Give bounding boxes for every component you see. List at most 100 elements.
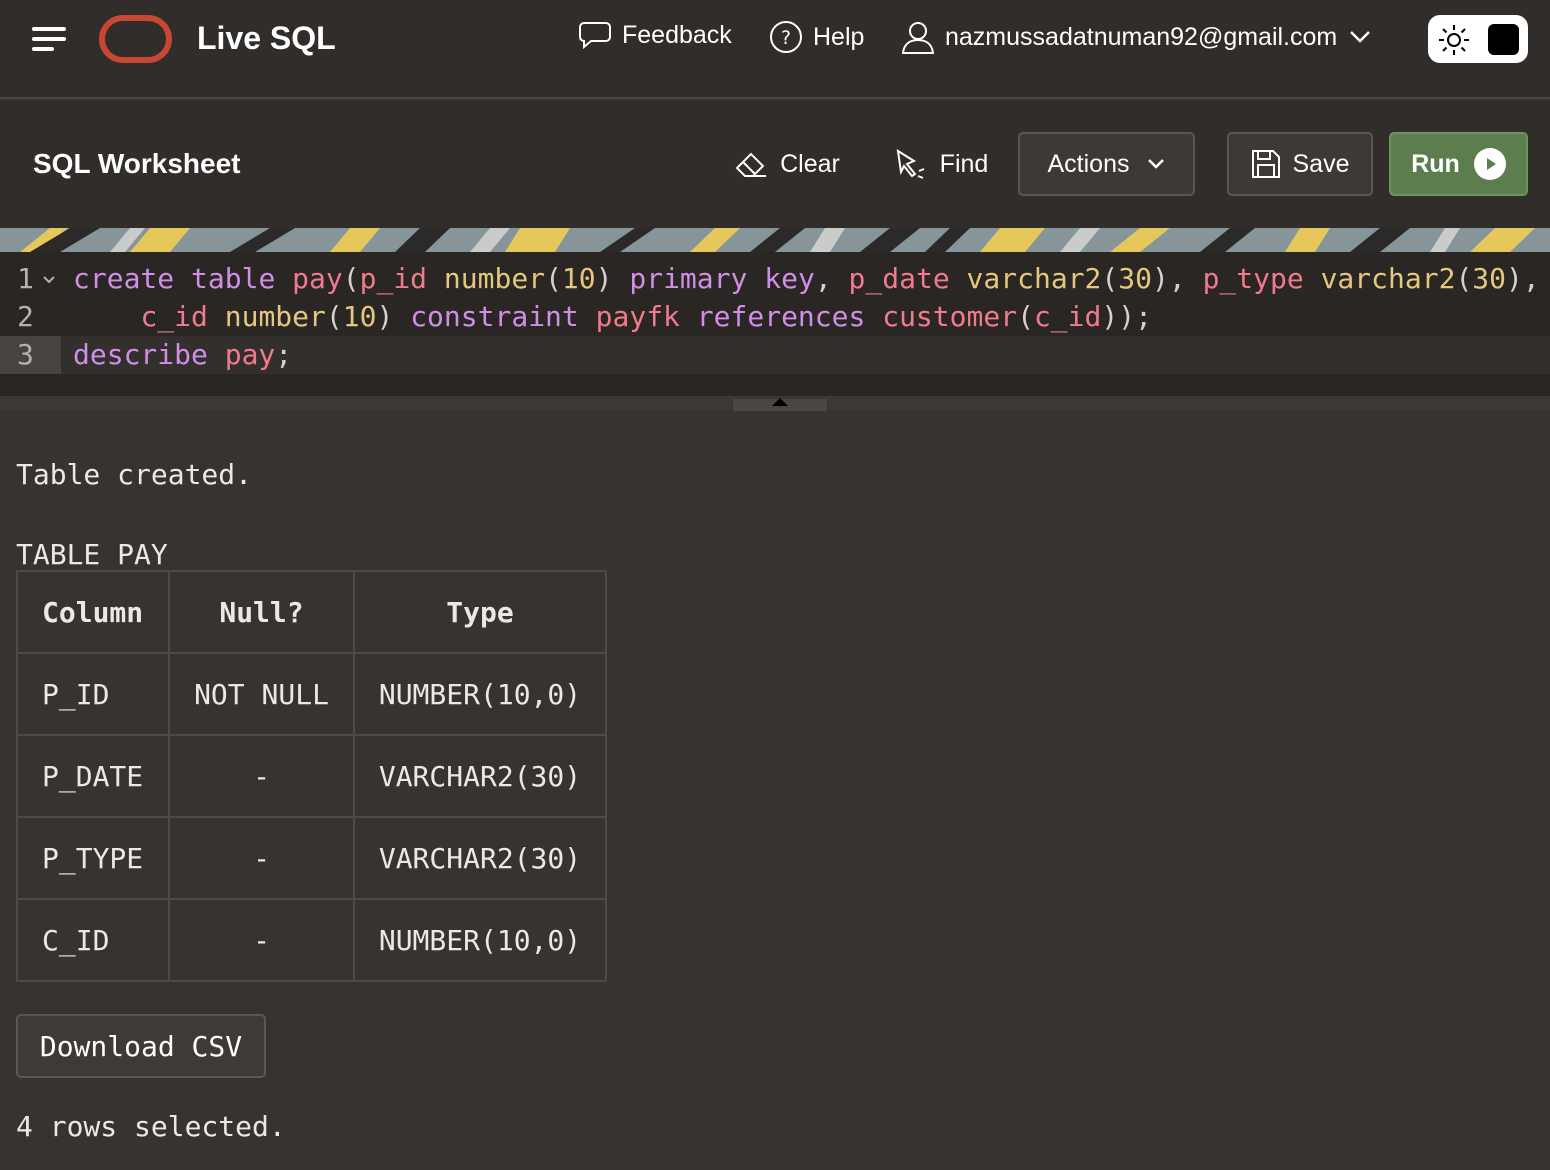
actions-label: Actions (1047, 149, 1130, 178)
code-token: ) (1118, 300, 1136, 333)
code-token: , (1168, 262, 1186, 295)
table-row: C_ID - NUMBER(10,0) (16, 898, 607, 982)
code-token: , (1522, 262, 1540, 295)
user-menu[interactable]: nazmussadatnuman92@gmail.com (901, 20, 1371, 54)
line-number: 3 (17, 338, 34, 371)
rows-selected-message: 4 rows selected. (16, 1110, 286, 1143)
code-token: ) (595, 262, 613, 295)
code-token: constraint (410, 300, 579, 333)
table-cell: C_ID (16, 898, 170, 982)
chevron-down-icon (1350, 31, 1371, 43)
table-row: P_TYPE - VARCHAR2(30) (16, 816, 607, 900)
table-title: TABLE PAY (16, 538, 168, 571)
code-token: payfk (595, 300, 680, 333)
table-cell: P_TYPE (16, 816, 170, 900)
line-number: 1 (17, 262, 34, 295)
code-token: key (764, 262, 815, 295)
code-token: ; (1135, 300, 1152, 333)
table-cell: P_DATE (16, 734, 170, 818)
code-token: pay (292, 262, 343, 295)
table-cell: NUMBER(10,0) (353, 898, 607, 982)
describe-table: Column Null? Type P_ID NOT NULL NUMBER(1… (16, 570, 607, 982)
code-token: c_id (140, 300, 208, 333)
run-button[interactable]: Run (1389, 132, 1528, 196)
code-token: primary (629, 262, 748, 295)
table-cell: - (168, 816, 355, 900)
app-title: Live SQL (197, 20, 336, 56)
feedback-label: Feedback (622, 20, 732, 49)
results-panel: Table created. TABLE PAY Column Null? Ty… (0, 410, 1550, 1170)
code-token: pay (224, 338, 276, 371)
save-label: Save (1292, 149, 1350, 178)
code-token: ( (1101, 262, 1119, 295)
table-cell: VARCHAR2(30) (353, 734, 607, 818)
code-token: varchar2 (1320, 262, 1456, 295)
line-number: 2 (17, 300, 34, 333)
save-button[interactable]: Save (1227, 132, 1373, 196)
code-token: p_id (359, 262, 428, 295)
menu-icon[interactable] (32, 27, 68, 53)
feedback-link[interactable]: Feedback (578, 20, 732, 50)
code-token: c_id (1033, 300, 1102, 333)
code-token: create (73, 262, 175, 295)
table-cell: - (168, 734, 355, 818)
code-token: varchar2 (966, 262, 1102, 295)
worksheet-title: SQL Worksheet (33, 148, 241, 179)
eraser-icon (735, 152, 767, 177)
code-token: ; (275, 338, 293, 371)
table-cell: - (168, 898, 355, 982)
worksheet-toolbar: SQL Worksheet Clear Find Actions Save Ru… (0, 101, 1550, 228)
code-token: ( (1017, 300, 1034, 333)
code-line: describe pay; (73, 338, 292, 371)
find-button[interactable]: Find (891, 132, 991, 196)
code-token: ) (1101, 300, 1119, 333)
fold-chevron-icon[interactable] (42, 274, 56, 286)
clear-label: Clear (780, 149, 840, 178)
code-token: p_date (848, 262, 950, 295)
help-link[interactable]: ? Help (769, 20, 864, 54)
code-token: ( (545, 262, 562, 295)
top-header: Live SQL Feedback ? Help nazmussadatnuma… (0, 0, 1550, 99)
theme-toggle[interactable] (1428, 15, 1528, 63)
run-label: Run (1411, 149, 1460, 178)
code-line: create table pay(p_id number(10) primary… (73, 262, 1540, 295)
clear-button[interactable]: Clear (732, 132, 842, 196)
code-token: table (191, 262, 276, 295)
code-token: ( (342, 262, 360, 295)
chat-bubble-icon (579, 22, 611, 50)
download-csv-button[interactable]: Download CSV (16, 1014, 266, 1078)
table-row: P_ID NOT NULL NUMBER(10,0) (16, 652, 607, 736)
code-token: 10 (342, 300, 377, 333)
sql-editor[interactable]: 1 2 3 create table pay(p_id number(10) p… (0, 252, 1550, 394)
code-token: , (814, 262, 832, 295)
code-token: 30 (1472, 262, 1507, 295)
code-token: 30 (1118, 262, 1152, 295)
find-icon (896, 149, 925, 179)
table-cell: NOT NULL (168, 652, 355, 736)
table-header-row: Column Null? Type (16, 570, 607, 654)
find-label: Find (939, 149, 989, 178)
svg-text:?: ? (781, 27, 791, 49)
decorative-banner (0, 228, 1550, 252)
code-token: ( (325, 300, 343, 333)
actions-dropdown[interactable]: Actions (1018, 132, 1195, 196)
help-icon: ? (770, 21, 802, 53)
code-token: 10 (561, 262, 596, 295)
code-token: number (443, 262, 546, 295)
code-token: ( (1455, 262, 1473, 295)
code-token: ) (1506, 262, 1523, 295)
user-icon (901, 22, 935, 54)
code-token: describe (73, 338, 208, 371)
help-label: Help (813, 22, 865, 51)
code-token: ) (376, 300, 394, 333)
code-line: c_id number(10) constraint payfk referen… (73, 300, 1152, 333)
collapse-up-icon[interactable] (772, 398, 788, 406)
code-token: p_type (1202, 262, 1304, 295)
dark-mode-icon (1488, 24, 1519, 55)
panel-splitter[interactable] (0, 394, 1550, 411)
code-token: references (696, 300, 866, 333)
column-header: Null? (168, 570, 355, 654)
code-token: ) (1151, 262, 1169, 295)
save-icon (1251, 150, 1280, 178)
table-cell: P_ID (16, 652, 170, 736)
